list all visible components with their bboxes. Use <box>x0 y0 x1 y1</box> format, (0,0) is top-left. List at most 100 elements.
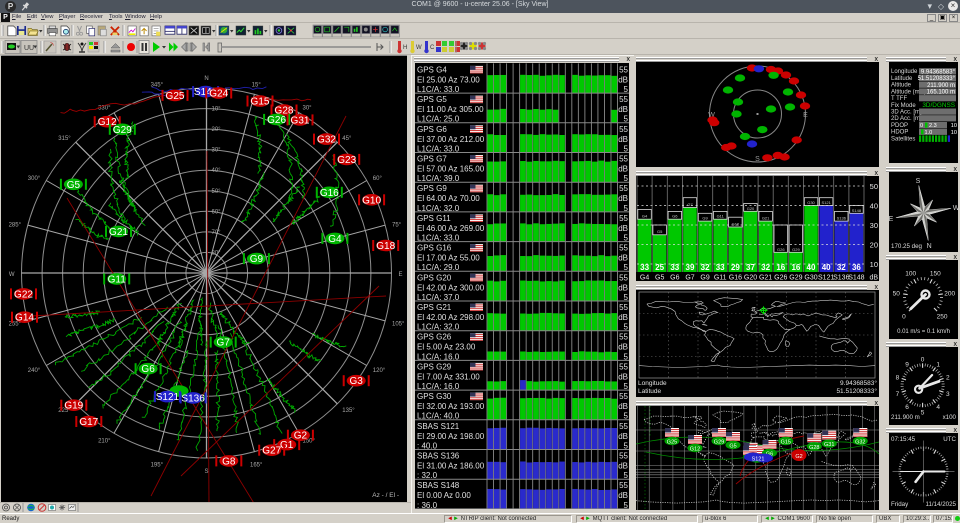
svg-text:15°: 15° <box>252 83 262 89</box>
svg-text:55: 55 <box>619 452 628 461</box>
svg-text:W: W <box>416 45 422 51</box>
svg-text:G11: G11 <box>717 214 725 219</box>
svg-text:Fix Mode: Fix Mode <box>891 103 916 109</box>
svg-text:GPS G4: GPS G4 <box>417 65 447 74</box>
svg-text:60°: 60° <box>212 209 222 215</box>
svg-text:50: 50 <box>893 290 901 297</box>
svg-text:G30: G30 <box>807 200 815 205</box>
svg-text:200: 200 <box>944 290 955 297</box>
svg-text:G15: G15 <box>251 97 270 108</box>
svg-text:80°: 80° <box>212 250 222 256</box>
svg-text:300°: 300° <box>28 176 41 182</box>
svg-text:G32: G32 <box>317 135 336 146</box>
svg-text:135°: 135° <box>342 408 355 414</box>
svg-text:Az - / El -: Az - / El - <box>372 492 399 499</box>
svg-text:55: 55 <box>619 392 628 401</box>
svg-text:1: 1 <box>936 361 940 368</box>
svg-text:G5: G5 <box>655 275 664 282</box>
svg-text:Latitude: Latitude <box>891 76 913 82</box>
svg-text:G26: G26 <box>777 247 785 252</box>
svg-text:4: 4 <box>936 404 940 411</box>
svg-text:G21: G21 <box>109 227 128 238</box>
svg-text:GPS G29: GPS G29 <box>417 362 452 371</box>
svg-text:20°: 20° <box>212 127 222 133</box>
svg-text:5: 5 <box>921 409 925 416</box>
svg-text:W: W <box>953 205 958 212</box>
svg-text:9.94368583°: 9.94368583° <box>921 69 956 75</box>
svg-text:170.25 deg: 170.25 deg <box>891 243 923 250</box>
svg-text:dB: dB <box>618 343 628 352</box>
svg-text:S121: S121 <box>818 275 834 282</box>
svg-text:37: 37 <box>746 263 755 272</box>
svg-text:G28: G28 <box>809 445 819 451</box>
svg-text:El 42.00 Az 300.00: El 42.00 Az 300.00 <box>417 283 485 292</box>
svg-text:30°: 30° <box>303 106 313 112</box>
svg-text:211.900 m: 211.900 m <box>891 414 920 421</box>
svg-text:G10: G10 <box>362 195 381 206</box>
svg-text:x100: x100 <box>943 414 957 421</box>
svg-text:3D/DGNSS: 3D/DGNSS <box>922 102 955 109</box>
svg-text:150: 150 <box>930 270 941 277</box>
svg-text:SBAS S136: SBAS S136 <box>417 452 460 461</box>
svg-text:G6: G6 <box>672 214 678 219</box>
svg-text:50°: 50° <box>212 189 222 195</box>
svg-text:60°: 60° <box>373 176 383 182</box>
svg-text:G17: G17 <box>79 417 98 428</box>
svg-text:20: 20 <box>870 241 878 250</box>
svg-text:5: 5 <box>624 234 629 243</box>
svg-text:55: 55 <box>619 244 628 253</box>
svg-text:55: 55 <box>619 155 628 164</box>
svg-text:5: 5 <box>624 144 629 153</box>
svg-text:16: 16 <box>776 263 785 272</box>
svg-text:5: 5 <box>624 204 629 213</box>
svg-text:29: 29 <box>731 263 740 272</box>
svg-text:G18: G18 <box>376 241 395 252</box>
svg-text:G12: G12 <box>690 447 700 453</box>
svg-text:40: 40 <box>807 263 816 272</box>
svg-text:N: N <box>204 76 208 82</box>
svg-text:10: 10 <box>951 130 957 136</box>
svg-text:0: 0 <box>920 123 923 129</box>
svg-text:G7: G7 <box>687 202 693 207</box>
svg-text:50: 50 <box>870 182 878 191</box>
svg-text:G8: G8 <box>222 456 236 467</box>
svg-text:: 36.0: : 36.0 <box>417 501 438 509</box>
svg-text:32: 32 <box>837 263 846 272</box>
svg-text:UTC: UTC <box>943 436 956 443</box>
svg-text:G16: G16 <box>729 275 742 282</box>
svg-text:2.3: 2.3 <box>929 123 937 129</box>
svg-text:dB: dB <box>618 432 628 441</box>
svg-text:5: 5 <box>624 323 629 332</box>
svg-text:165°: 165° <box>250 463 263 469</box>
svg-text:dB: dB <box>618 254 628 263</box>
svg-text:51.51208333°: 51.51208333° <box>836 387 877 395</box>
svg-text:El 31.00 Az 186.00: El 31.00 Az 186.00 <box>417 462 485 471</box>
svg-text:G7: G7 <box>685 275 694 282</box>
svg-text:3D Acc. [m]: 3D Acc. [m] <box>891 110 922 116</box>
svg-text:2: 2 <box>946 375 950 382</box>
svg-text:Friday: Friday <box>891 501 909 508</box>
svg-text:G25: G25 <box>667 440 677 446</box>
svg-text:55: 55 <box>619 303 628 312</box>
svg-text:SBAS S121: SBAS S121 <box>417 422 460 431</box>
svg-text:105°: 105° <box>392 322 405 328</box>
svg-text:G2: G2 <box>795 454 802 460</box>
svg-text:El 11.00 Az 305.00: El 11.00 Az 305.00 <box>417 105 484 114</box>
svg-text:G29: G29 <box>113 125 132 136</box>
svg-text:El 42.00 Az 298.00: El 42.00 Az 298.00 <box>417 313 485 322</box>
svg-text:C: C <box>430 45 435 51</box>
svg-text:G9: G9 <box>702 216 708 221</box>
svg-text:1.0: 1.0 <box>925 130 933 136</box>
svg-text:11/14/2025: 11/14/2025 <box>925 501 956 508</box>
svg-text:G29: G29 <box>792 247 800 252</box>
svg-text:dB: dB <box>618 313 628 322</box>
svg-text:dB: dB <box>618 75 628 84</box>
svg-text:G31: G31 <box>291 115 310 126</box>
svg-text:HDOP: HDOP <box>891 130 908 136</box>
svg-text:G31: G31 <box>824 442 834 448</box>
svg-text:33: 33 <box>640 263 649 272</box>
svg-text:GPS G6: GPS G6 <box>417 125 447 134</box>
svg-text:Satellites: Satellites <box>891 136 915 142</box>
svg-text:33: 33 <box>716 263 725 272</box>
svg-text:285°: 285° <box>9 222 22 228</box>
